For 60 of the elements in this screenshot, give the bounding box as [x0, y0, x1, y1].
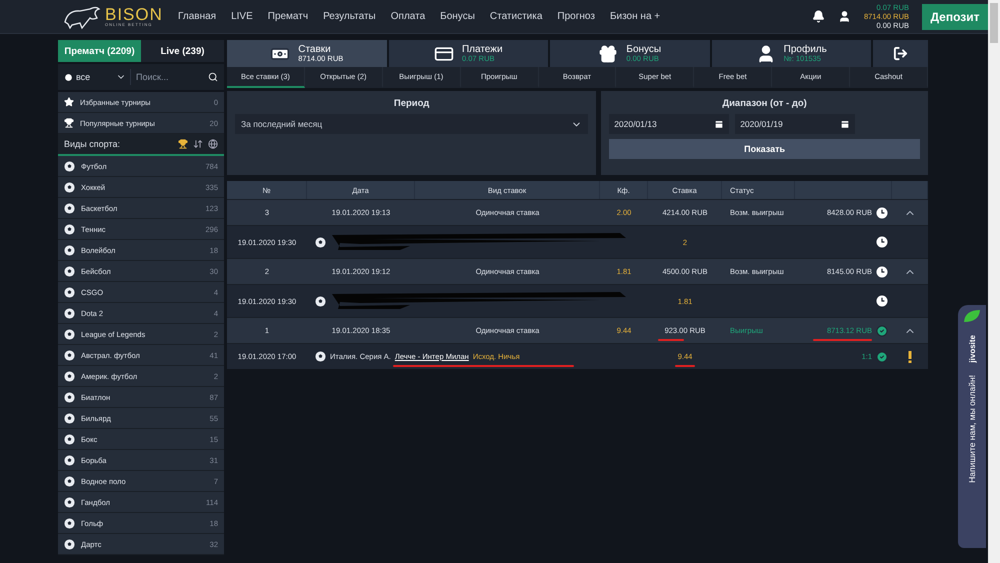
logout-button[interactable]	[873, 40, 928, 67]
ball-icon	[64, 518, 75, 528]
sports-heading-bar: Виды спорта:	[58, 134, 224, 156]
ball-icon	[64, 266, 75, 276]
sort-icon[interactable]	[193, 139, 203, 149]
deposit-button[interactable]: Депозит	[922, 4, 988, 30]
nav-link[interactable]: Прематч	[268, 11, 308, 22]
period-dropdown[interactable]: За последний месяц	[235, 114, 588, 134]
gift-icon	[598, 44, 618, 64]
ball-icon	[64, 496, 75, 508]
leaf-icon	[963, 309, 981, 323]
ball-icon	[64, 308, 75, 318]
calendar-icon	[840, 119, 850, 129]
star-icon	[64, 97, 74, 107]
date-from-field[interactable]: 2020/01/13	[609, 114, 730, 134]
logout-icon	[893, 46, 908, 61]
nav-link[interactable]: Бонусы	[440, 11, 475, 22]
ball-icon	[64, 350, 75, 360]
search-icon	[208, 72, 218, 82]
nav-link[interactable]: Оплата	[390, 11, 426, 22]
trophy-icon[interactable]	[178, 139, 188, 149]
nav-link[interactable]: Результаты	[323, 11, 376, 22]
ball-icon	[64, 286, 75, 298]
ball-icon	[64, 392, 75, 402]
ball-icon	[315, 351, 326, 362]
ball-icon	[315, 296, 326, 306]
nav-link[interactable]: Бизон на +	[610, 11, 660, 22]
ball-icon	[64, 538, 75, 550]
time-filter-dropdown[interactable]: все	[64, 72, 126, 82]
nav-link[interactable]: Главная	[178, 11, 216, 22]
nav-link[interactable]: Статистика	[490, 11, 542, 22]
period-heading: Период	[394, 98, 430, 109]
globe-icon[interactable]	[208, 139, 218, 149]
ball-icon	[64, 454, 75, 466]
show-button[interactable]: Показать	[609, 139, 920, 159]
range-heading: Диапазон (от - до)	[722, 98, 807, 109]
calendar-icon	[714, 119, 724, 129]
ball-icon	[64, 160, 75, 172]
ball-icon	[315, 236, 326, 248]
trophy-icon	[64, 118, 74, 128]
bell-icon[interactable]	[812, 10, 825, 23]
ball-icon	[64, 202, 75, 214]
logo-wordmark: BISON	[105, 6, 163, 23]
ball-icon	[64, 328, 75, 340]
ball-icon	[64, 182, 75, 192]
nav-link[interactable]: LIVE	[231, 11, 253, 22]
sidebar-tab[interactable]: Прематч (2209)	[58, 40, 141, 62]
ball-icon	[64, 370, 75, 382]
scrollbar[interactable]	[988, 0, 1000, 563]
ball-icon	[64, 244, 75, 256]
ball-icon	[64, 434, 75, 444]
chat-widget[interactable]: jivosite Напишите нам, мы онлайн!	[958, 305, 986, 548]
nav-link[interactable]: Прогноз	[557, 11, 595, 22]
ball-icon	[64, 476, 75, 486]
search-field[interactable]: Поиск...	[130, 69, 218, 85]
check-circle-icon	[876, 324, 888, 336]
user-icon[interactable]	[838, 10, 851, 23]
ball-icon	[64, 224, 75, 234]
ball-icon	[64, 412, 75, 424]
date-to-field[interactable]: 2020/01/19	[735, 114, 856, 134]
